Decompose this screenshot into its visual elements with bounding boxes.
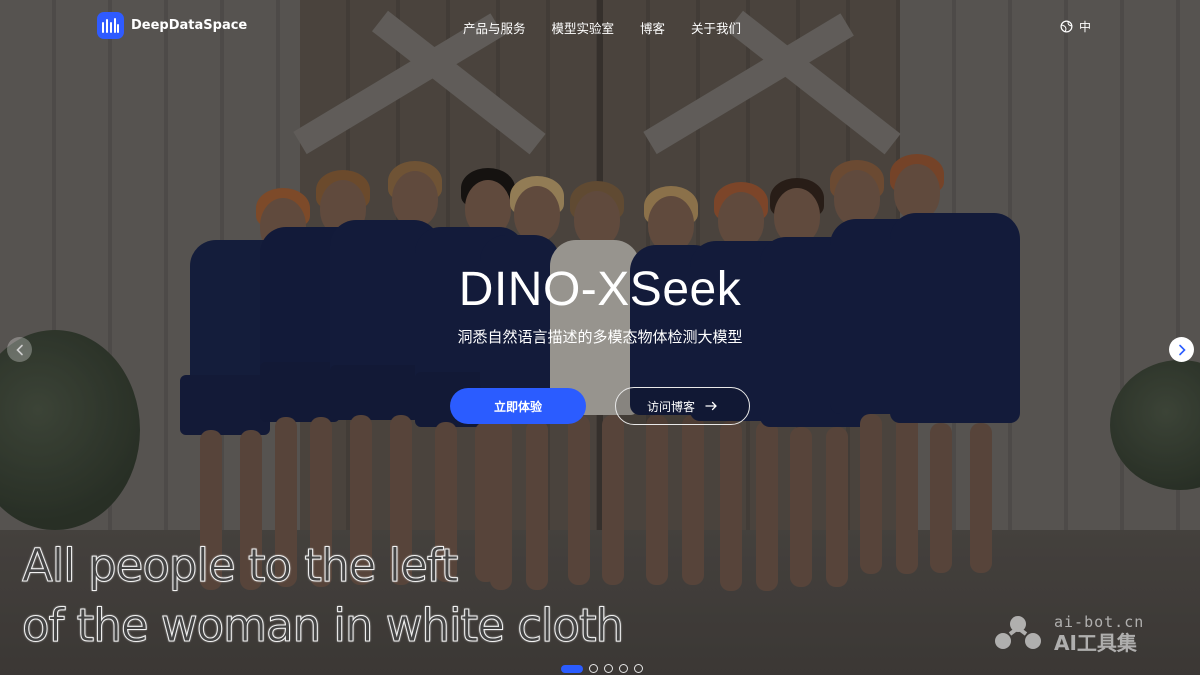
carousel-dot[interactable] <box>604 664 613 673</box>
brand-link[interactable]: DeepDataSpace <box>97 12 247 39</box>
language-switcher[interactable]: 中 <box>1060 18 1091 35</box>
chevron-right-icon <box>1178 344 1186 355</box>
carousel-prev-button[interactable] <box>7 337 32 362</box>
carousel-next-button[interactable] <box>1169 337 1194 362</box>
globe-icon <box>1060 20 1073 33</box>
hero-subtitle: 洞悉自然语言描述的多模态物体检测大模型 <box>457 328 743 346</box>
visit-blog-button[interactable]: 访问博客 <box>615 387 750 425</box>
watermark-logo-icon <box>995 616 1041 649</box>
nav-item-model-lab[interactable]: 模型实验室 <box>552 18 615 37</box>
visit-blog-label: 访问博客 <box>646 399 695 414</box>
nav-item-blog[interactable]: 博客 <box>640 18 665 37</box>
brand-logo-icon <box>97 12 124 39</box>
nav-item-products[interactable]: 产品与服务 <box>463 18 526 37</box>
carousel-dot[interactable] <box>589 664 598 673</box>
carousel-dot[interactable] <box>619 664 628 673</box>
caption-line-1: All people to the left <box>22 539 459 593</box>
try-now-button[interactable]: 立即体验 <box>450 388 586 424</box>
hero-title: DINO-XSeek <box>458 263 742 316</box>
language-label: 中 <box>1079 20 1092 34</box>
caption-line-2: of the woman in white cloth <box>22 599 625 653</box>
chevron-left-icon <box>15 344 23 355</box>
main-nav: 产品与服务 模型实验室 博客 关于我们 <box>463 18 741 37</box>
brand-name: DeepDataSpace <box>131 18 248 33</box>
watermark: ai-bot.cn AI工具集 <box>990 614 1144 654</box>
carousel-dot-active[interactable] <box>561 664 583 673</box>
video-caption: All people to the left of the woman in w… <box>22 536 682 656</box>
nav-item-about[interactable]: 关于我们 <box>691 18 741 37</box>
site-header: DeepDataSpace 产品与服务 模型实验室 博客 关于我们 中 <box>0 0 1200 52</box>
watermark-url: ai-bot.cn <box>1054 613 1145 631</box>
carousel-dot[interactable] <box>634 664 643 673</box>
arrow-right-icon <box>705 401 717 411</box>
carousel-pagination <box>561 664 643 673</box>
watermark-name: AI工具集 <box>1054 631 1137 655</box>
